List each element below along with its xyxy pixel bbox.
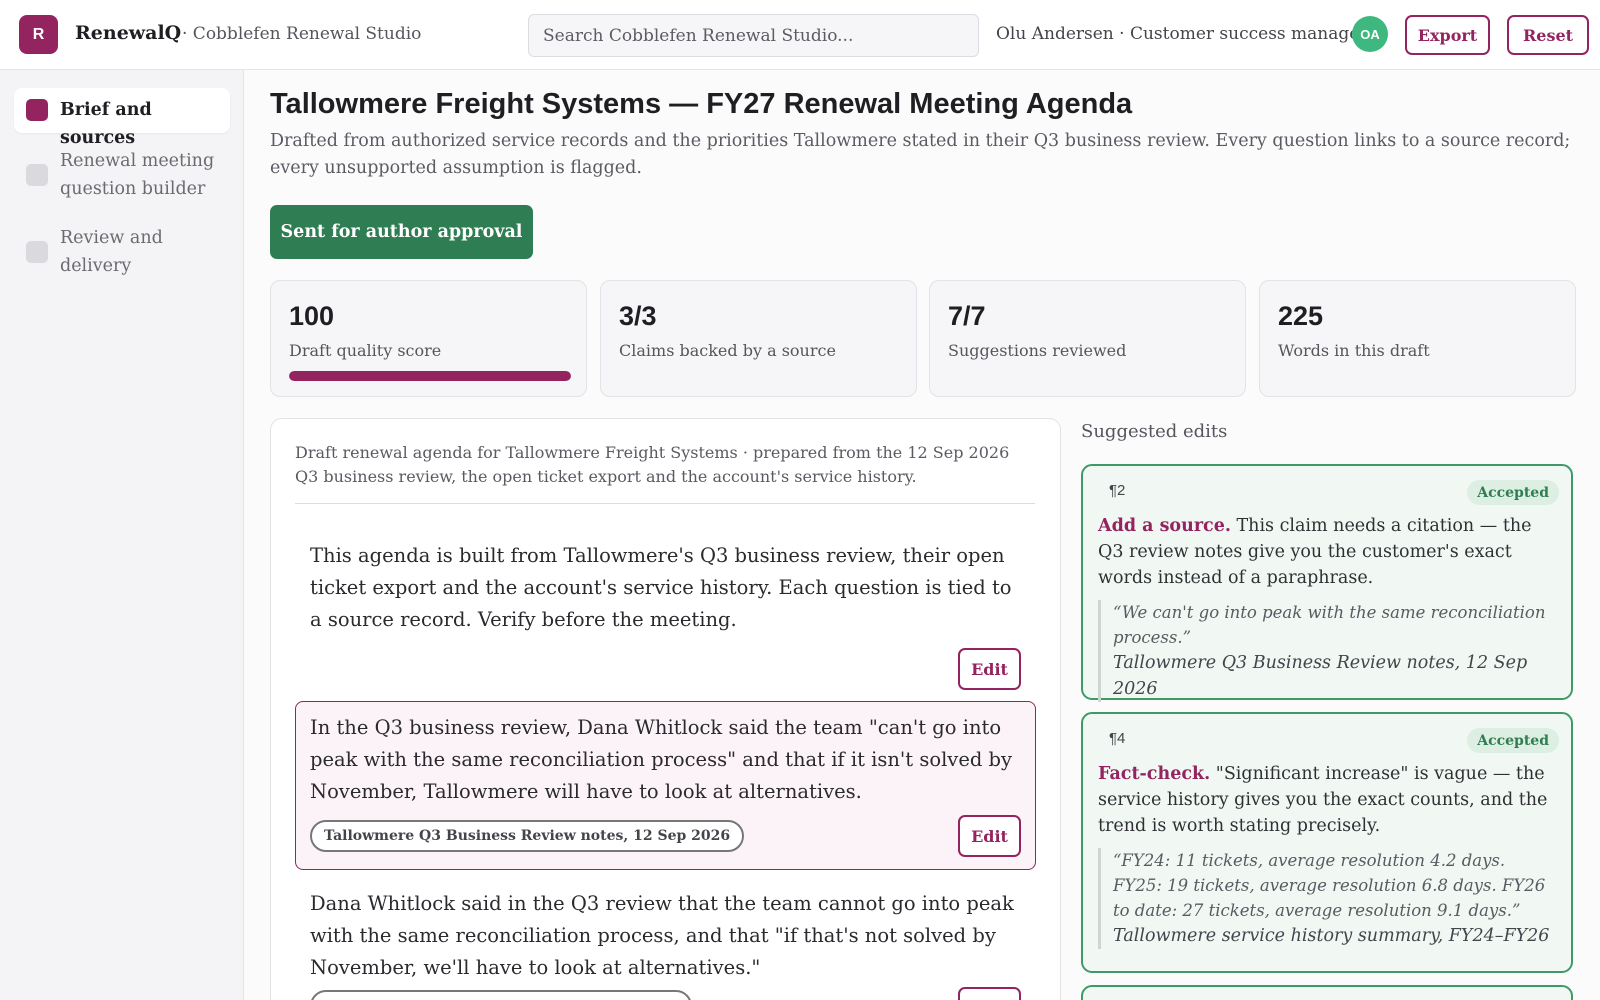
- paragraph-ref: ¶4: [1109, 730, 1126, 747]
- draft-panel: Draft renewal agenda for Tallowmere Frei…: [270, 418, 1061, 1000]
- divider: [295, 503, 1035, 504]
- sidebar: Brief and sources Renewal meeting questi…: [0, 70, 244, 1000]
- suggestion-body: Fact-check. "Significant increase" is va…: [1098, 761, 1558, 839]
- suggestion-kind: Fact-check.: [1098, 764, 1211, 784]
- stat-value: 100: [289, 301, 335, 331]
- source-chip[interactable]: [310, 990, 692, 1000]
- stat-value: 7/7: [948, 301, 986, 331]
- paragraph-ref: ¶2: [1109, 482, 1126, 499]
- stat-card-suggestions: 7/7 Suggestions reviewed: [929, 280, 1246, 397]
- suggestion-body: Add a source. This claim needs a citatio…: [1098, 513, 1558, 591]
- quote-text: “FY24: 11 tickets, average resolution 4.…: [1113, 851, 1546, 920]
- app-logo[interactable]: R: [19, 15, 58, 54]
- stat-card-claims: 3/3 Claims backed by a source: [600, 280, 917, 397]
- draft-header: Draft renewal agenda for Tallowmere Frei…: [295, 443, 1010, 486]
- step-indicator-icon: [26, 99, 48, 121]
- suggestion-card[interactable]: ¶2 Accepted Add a source. This claim nee…: [1081, 464, 1573, 702]
- quality-progress-bar: [289, 371, 571, 381]
- sidebar-item-question-builder[interactable]: Renewal meeting question builder: [14, 147, 230, 207]
- paragraph-text: Dana Whitlock said in the Q3 review that…: [310, 892, 1014, 979]
- suggestions-heading: Suggested edits: [1081, 421, 1228, 442]
- status-button[interactable]: Sent for author approval: [270, 205, 533, 259]
- page-title: Tallowmere Freight Systems — FY27 Renewa…: [270, 88, 1133, 120]
- top-bar: R RenewalQ · Cobblefen Renewal Studio Ol…: [0, 0, 1600, 70]
- paragraph-text: This agenda is built from Tallowmere's Q…: [310, 544, 1012, 631]
- sidebar-item-label: Renewal meeting question builder: [60, 151, 215, 199]
- sidebar-item-brief[interactable]: Brief and sources: [14, 88, 230, 148]
- workspace-name: · Cobblefen Renewal Studio: [182, 24, 422, 44]
- suggestion-kind: Add a source.: [1098, 516, 1231, 536]
- stat-label: Draft quality score: [289, 341, 442, 360]
- stat-value: 225: [1278, 301, 1324, 331]
- search-input[interactable]: [528, 14, 979, 57]
- edit-button[interactable]: Edit: [958, 648, 1021, 690]
- suggestion-card[interactable]: [1081, 985, 1573, 1000]
- sidebar-item-review[interactable]: Review and delivery: [14, 224, 230, 284]
- stat-value: 3/3: [619, 301, 657, 331]
- stat-label: Suggestions reviewed: [948, 341, 1127, 360]
- sidebar-item-label: Brief and sources: [60, 100, 152, 148]
- suggestion-card[interactable]: ¶4 Accepted Fact-check. "Significant inc…: [1081, 712, 1573, 973]
- export-button[interactable]: Export: [1405, 15, 1490, 55]
- step-indicator-icon: [26, 241, 48, 263]
- edit-button[interactable]: Edit: [958, 815, 1021, 857]
- quality-progress-fill: [289, 371, 571, 381]
- draft-paragraph[interactable]: This agenda is built from Tallowmere's Q…: [295, 529, 1036, 701]
- suggestion-quote: “FY24: 11 tickets, average resolution 4.…: [1098, 848, 1558, 949]
- brand-name: RenewalQ: [75, 22, 182, 44]
- stat-label: Words in this draft: [1278, 341, 1430, 360]
- stat-card-quality: 100 Draft quality score: [270, 280, 587, 397]
- suggestion-quote: “We can't go into peak with the same rec…: [1098, 600, 1558, 702]
- sidebar-item-label: Review and delivery: [60, 228, 163, 276]
- quote-text: “We can't go into peak with the same rec…: [1113, 603, 1546, 647]
- user-name: Olu Andersen · Customer success manager: [996, 24, 1368, 44]
- stat-card-words: 225 Words in this draft: [1259, 280, 1576, 397]
- reset-button[interactable]: Reset: [1507, 15, 1589, 55]
- avatar[interactable]: OA: [1352, 16, 1388, 52]
- draft-paragraph[interactable]: In the Q3 business review, Dana Whitlock…: [295, 701, 1036, 870]
- step-indicator-icon: [26, 164, 48, 186]
- status-badge: Accepted: [1467, 480, 1559, 505]
- source-chip[interactable]: Tallowmere Q3 Business Review notes, 12 …: [310, 820, 745, 852]
- status-badge: Accepted: [1467, 728, 1559, 753]
- edit-button[interactable]: Edit: [958, 987, 1021, 1000]
- quote-source: Tallowmere service history summary, FY24…: [1113, 926, 1550, 946]
- stat-label: Claims backed by a source: [619, 341, 836, 360]
- draft-paragraph[interactable]: Dana Whitlock said in the Q3 review that…: [295, 877, 1036, 1000]
- paragraph-text: In the Q3 business review, Dana Whitlock…: [310, 716, 1013, 803]
- quote-source: Tallowmere Q3 Business Review notes, 12 …: [1113, 653, 1528, 699]
- page-subtitle: Drafted from authorized service records …: [270, 131, 1571, 178]
